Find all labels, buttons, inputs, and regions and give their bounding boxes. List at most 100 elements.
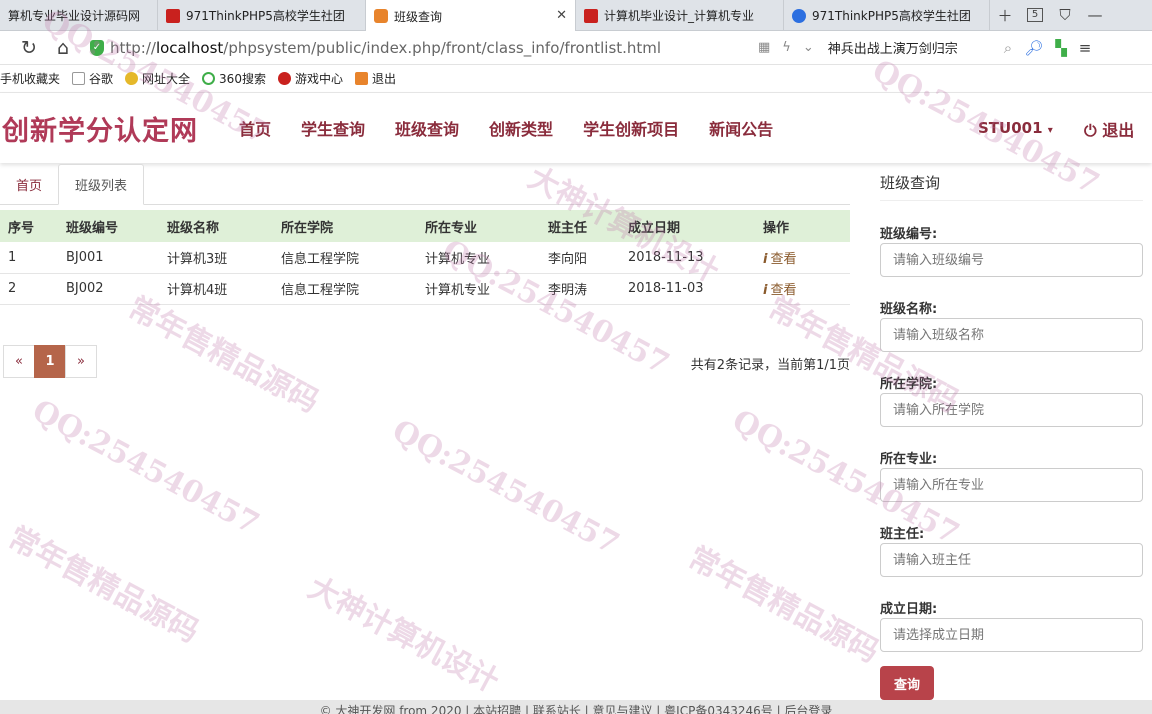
- col-class-name: 班级名称: [159, 210, 273, 242]
- prev-page-button[interactable]: «: [3, 345, 35, 378]
- tab-count-button[interactable]: 5: [1020, 0, 1050, 30]
- bookmark-site-nav[interactable]: 网址大全: [125, 70, 190, 87]
- panel-title: 班级查询: [880, 165, 1143, 201]
- orange-app-icon: [374, 9, 388, 23]
- bookmark-google[interactable]: 谷歌: [72, 70, 113, 87]
- user-menu[interactable]: STU001 ▾: [978, 119, 1053, 137]
- browser-tab-label: 971ThinkPHP5高校学生社团: [186, 9, 345, 23]
- next-page-button[interactable]: »: [65, 345, 97, 378]
- address-bar: ↻ ⌂ ✓ http://localhost/phpsystem/public/…: [0, 31, 1152, 65]
- shirt-icon[interactable]: ⛉: [1050, 0, 1080, 30]
- college-input[interactable]: [880, 393, 1143, 427]
- bookmark-exit[interactable]: 退出: [354, 70, 396, 87]
- magnifier-icon[interactable]: 🔎︎: [1024, 39, 1043, 57]
- shield-icon: ✓: [90, 39, 104, 56]
- table-row: 1 BJ001 计算机3班 信息工程学院 计算机专业 李向阳 2018-11-1…: [0, 242, 850, 274]
- info-icon: i: [763, 283, 768, 298]
- crumb-class-list[interactable]: 班级列表: [58, 164, 145, 205]
- new-tab-button[interactable]: ＋: [990, 0, 1020, 30]
- crumb-home[interactable]: 首页: [0, 164, 58, 204]
- qr-code-icon[interactable]: ▦: [758, 40, 770, 55]
- search-icon[interactable]: ⌕: [1004, 39, 1012, 57]
- close-tab-icon[interactable]: ✕: [556, 8, 567, 23]
- browser-tab-label: 班级查询: [394, 9, 443, 24]
- nav-innovation-type[interactable]: 创新类型: [489, 116, 553, 140]
- logout-button[interactable]: ⏻ 退出: [1084, 117, 1134, 141]
- apps-grid-icon[interactable]: ▚: [1055, 39, 1067, 57]
- browser-tab-label: 971ThinkPHP5高校学生社团: [812, 9, 971, 23]
- browser-tab-label: 计算机毕业设计_计算机专业: [604, 9, 755, 23]
- breadcrumb: 首页 班级列表: [0, 164, 850, 205]
- query-button[interactable]: 查询: [880, 666, 934, 700]
- ring-icon: [202, 72, 216, 85]
- browser-search-input[interactable]: 神兵出战上演万剑归宗: [828, 38, 996, 57]
- refresh-icon[interactable]: ↻: [12, 31, 46, 65]
- class-table: 序号 班级编号 班级名称 所在学院 所在专业 班主任 成立日期 操作 1 BJ0…: [0, 210, 850, 305]
- red-flag-icon: [166, 8, 180, 23]
- view-link[interactable]: i 查看: [763, 252, 796, 267]
- col-college: 所在学院: [273, 210, 417, 242]
- col-founded-date: 成立日期: [620, 210, 755, 242]
- minimize-icon[interactable]: —: [1080, 0, 1110, 30]
- major-input[interactable]: [880, 468, 1143, 502]
- page-1-button[interactable]: 1: [34, 345, 66, 378]
- page-icon: [72, 72, 86, 85]
- nav-student-projects[interactable]: 学生创新项目: [583, 116, 679, 140]
- founded-date-label: 成立日期:: [880, 602, 938, 617]
- caret-down-icon: ▾: [1047, 125, 1053, 136]
- col-index: 序号: [0, 210, 58, 242]
- table-header-row: 序号 班级编号 班级名称 所在学院 所在专业 班主任 成立日期 操作: [0, 210, 850, 242]
- browser-tab-3-active[interactable]: 班级查询 ✕: [366, 0, 576, 32]
- watermark-text: QQ:254540457: [26, 393, 265, 542]
- bookmarks-bar: 手机收藏夹 谷歌 网址大全 360搜索 游戏中心 退出: [0, 65, 1152, 93]
- main-nav: 首页 学生查询 班级查询 创新类型 学生创新项目 新闻公告: [224, 116, 788, 140]
- site-header: 创新学分认定网 首页 学生查询 班级查询 创新类型 学生创新项目 新闻公告 ST…: [0, 93, 1152, 163]
- lightning-icon[interactable]: ϟ: [782, 40, 791, 55]
- browser-tab-strip: 算机专业毕业设计源码网 971ThinkPHP5高校学生社团 班级查询 ✕ 计算…: [0, 0, 1152, 32]
- browser-tab-4[interactable]: 计算机毕业设计_计算机专业: [576, 0, 784, 31]
- class-name-input[interactable]: [880, 318, 1143, 352]
- bookmark-360-search[interactable]: 360搜索: [202, 70, 266, 87]
- globe-icon: [125, 72, 139, 85]
- head-teacher-label: 班主任:: [880, 527, 925, 542]
- nav-news[interactable]: 新闻公告: [709, 116, 773, 140]
- col-head-teacher: 班主任: [540, 210, 620, 242]
- nav-class-query[interactable]: 班级查询: [395, 116, 459, 140]
- red-flag-icon: [584, 8, 598, 23]
- watermark-text: 常年售精品源码: [2, 520, 205, 650]
- home-icon[interactable]: ⌂: [46, 31, 80, 65]
- browser-tab-2[interactable]: 971ThinkPHP5高校学生社团: [158, 0, 366, 31]
- head-teacher-input[interactable]: [880, 543, 1143, 577]
- orange-app-icon: [354, 72, 368, 85]
- founded-date-input[interactable]: [880, 618, 1143, 652]
- site-footer: © 大神开发网 from 2020 | 本站招聘 | 联系站长 | 意见与建议 …: [0, 700, 1152, 714]
- pagination: « 1 »: [3, 345, 97, 378]
- power-icon: ⏻: [1084, 121, 1097, 140]
- watermark-text: QQ:254540457: [386, 413, 625, 562]
- browser-tab-1[interactable]: 算机专业毕业设计源码网: [0, 0, 158, 31]
- nav-home[interactable]: 首页: [239, 116, 271, 140]
- nav-student-query[interactable]: 学生查询: [301, 116, 365, 140]
- college-label: 所在学院:: [880, 377, 938, 392]
- col-major: 所在专业: [417, 210, 540, 242]
- class-code-label: 班级编号:: [880, 227, 938, 242]
- watermark-text: 常年售精品源码: [682, 540, 885, 670]
- game-icon: [277, 72, 291, 85]
- bookmark-game-center[interactable]: 游戏中心: [277, 70, 343, 87]
- paw-icon: [792, 8, 806, 23]
- bookmark-mobile[interactable]: 手机收藏夹: [0, 70, 60, 87]
- class-code-input[interactable]: [880, 243, 1143, 277]
- view-link[interactable]: i 查看: [763, 283, 796, 298]
- watermark-text: 大神计算机设计: [302, 570, 505, 700]
- url-field[interactable]: http://localhost/phpsystem/public/index.…: [110, 39, 750, 57]
- class-search-panel: 班级查询 班级编号: 班级名称: 所在学院: 所在专业: 班主任: 成立日期: …: [880, 165, 1143, 700]
- menu-icon[interactable]: ≡: [1079, 39, 1092, 57]
- browser-tab-5[interactable]: 971ThinkPHP5高校学生社团: [784, 0, 990, 31]
- site-logo[interactable]: 创新学分认定网: [2, 109, 224, 148]
- info-icon: i: [763, 251, 768, 267]
- major-label: 所在专业:: [880, 452, 938, 467]
- browser-tab-label: 算机专业毕业设计源码网: [8, 9, 141, 23]
- table-row: 2 BJ002 计算机4班 信息工程学院 计算机专业 李明涛 2018-11-0…: [0, 273, 850, 305]
- chevron-down-icon[interactable]: ⌄: [803, 40, 814, 55]
- record-count: 共有2条记录，当前第1/1页: [690, 358, 850, 373]
